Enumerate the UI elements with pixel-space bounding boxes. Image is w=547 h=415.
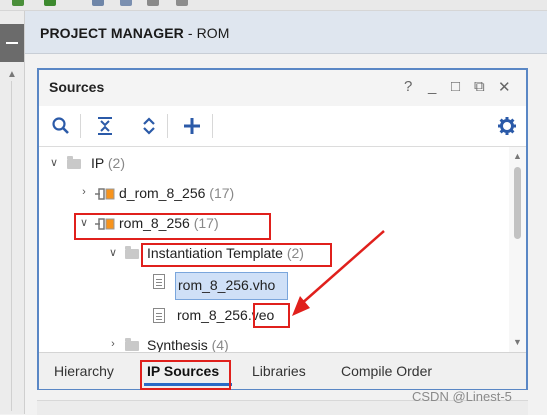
annotation-arrow — [292, 230, 385, 316]
watermark: CSDN @Linest-5 — [412, 389, 512, 404]
